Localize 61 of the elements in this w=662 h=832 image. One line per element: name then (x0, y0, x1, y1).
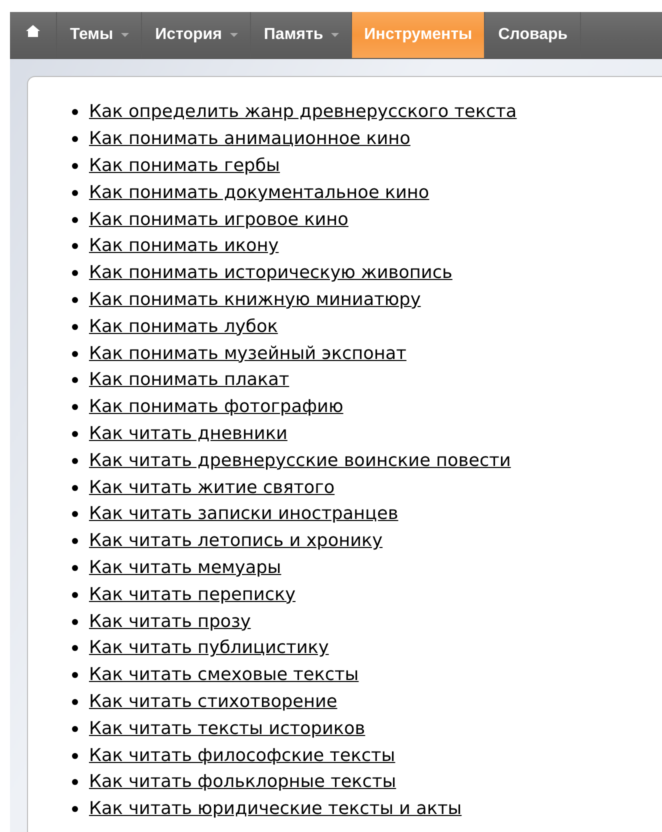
bullet-icon (72, 109, 78, 116)
article-link[interactable]: Как читать дневники (89, 424, 288, 444)
nav-tab[interactable]: История (142, 12, 251, 58)
article-link[interactable]: Как понимать икону (89, 236, 279, 256)
bullet-icon (72, 564, 78, 571)
article-link[interactable]: Как читать летопись и хронику (89, 531, 383, 552)
bullet-icon (72, 511, 78, 518)
bullet-icon (72, 458, 78, 464)
bullet-icon (72, 806, 78, 812)
bullet-icon (72, 538, 78, 544)
article-link[interactable]: Как понимать музейный экспонат (89, 344, 406, 364)
bullet-icon (72, 726, 78, 732)
nav-tab[interactable]: Темы (57, 12, 142, 58)
article-link[interactable]: Как понимать плакат (89, 370, 290, 390)
bullet-icon (72, 404, 78, 410)
article-link[interactable]: Как понимать гербы (89, 156, 280, 176)
bullet-icon (72, 377, 78, 384)
bullet-icon (72, 484, 78, 491)
bullet-icon (72, 672, 78, 678)
bullet-icon (72, 752, 78, 759)
article-link[interactable]: Как читать публицистику (89, 638, 329, 658)
bullet-icon (72, 296, 78, 303)
bullet-icon (72, 430, 78, 437)
bullet-icon (72, 243, 78, 250)
article-link[interactable]: Как понимать фотографию (89, 397, 344, 418)
article-link[interactable]: Как читать стихотворение (89, 692, 338, 712)
article-link[interactable]: Как читать переписку (89, 584, 296, 605)
article-link[interactable]: Как читать житие святого (89, 478, 335, 498)
article-link[interactable]: Как читать древнерусские воинские повести (89, 450, 511, 471)
article-link[interactable]: Как понимать документальное кино (89, 182, 430, 203)
caret-icon[interactable] (230, 33, 238, 37)
article-link[interactable]: Как понимать историческую живопись (89, 263, 452, 284)
bullet-icon (72, 190, 78, 196)
bullet-icon (72, 270, 78, 276)
caret-icon[interactable] (121, 33, 130, 37)
bullet-icon (72, 618, 78, 625)
article-link[interactable]: Как понимать книжную миниатюру (89, 290, 421, 310)
bullet-icon (72, 698, 78, 705)
bullet-icon (72, 324, 78, 330)
article-link[interactable]: Как читать смеховые тексты (89, 665, 359, 686)
bullet-icon (72, 645, 78, 652)
bullet-icon (72, 162, 78, 169)
article-link[interactable]: Как читать тексты историков (89, 718, 366, 739)
bullet-icon (72, 216, 78, 223)
article-link[interactable]: Как читать мемуары (89, 558, 282, 578)
article-link[interactable]: Как читать записки иностранцев (89, 504, 398, 524)
caret-icon[interactable] (331, 33, 340, 37)
article-link[interactable]: Как читать философские тексты (89, 746, 396, 766)
bullet-icon (72, 350, 78, 357)
article-link[interactable]: Как читать прозу (89, 612, 251, 632)
article-link[interactable]: Как читать фольклорные тексты (89, 772, 396, 792)
home-icon[interactable] (26, 25, 40, 37)
article-link[interactable]: Как понимать анимационное кино (89, 129, 410, 150)
nav-tab[interactable]: Словарь (485, 12, 581, 58)
article-link[interactable]: Как понимать лубок (89, 316, 278, 337)
article-link[interactable]: Как определить жанр древнерусского текста (89, 102, 517, 122)
bullet-icon (72, 779, 78, 786)
bullet-icon (72, 592, 78, 598)
bullet-icon (72, 136, 78, 142)
article-link[interactable]: Как читать юридические тексты и акты (89, 799, 462, 820)
article-link[interactable]: Как понимать игровое кино (89, 210, 348, 230)
